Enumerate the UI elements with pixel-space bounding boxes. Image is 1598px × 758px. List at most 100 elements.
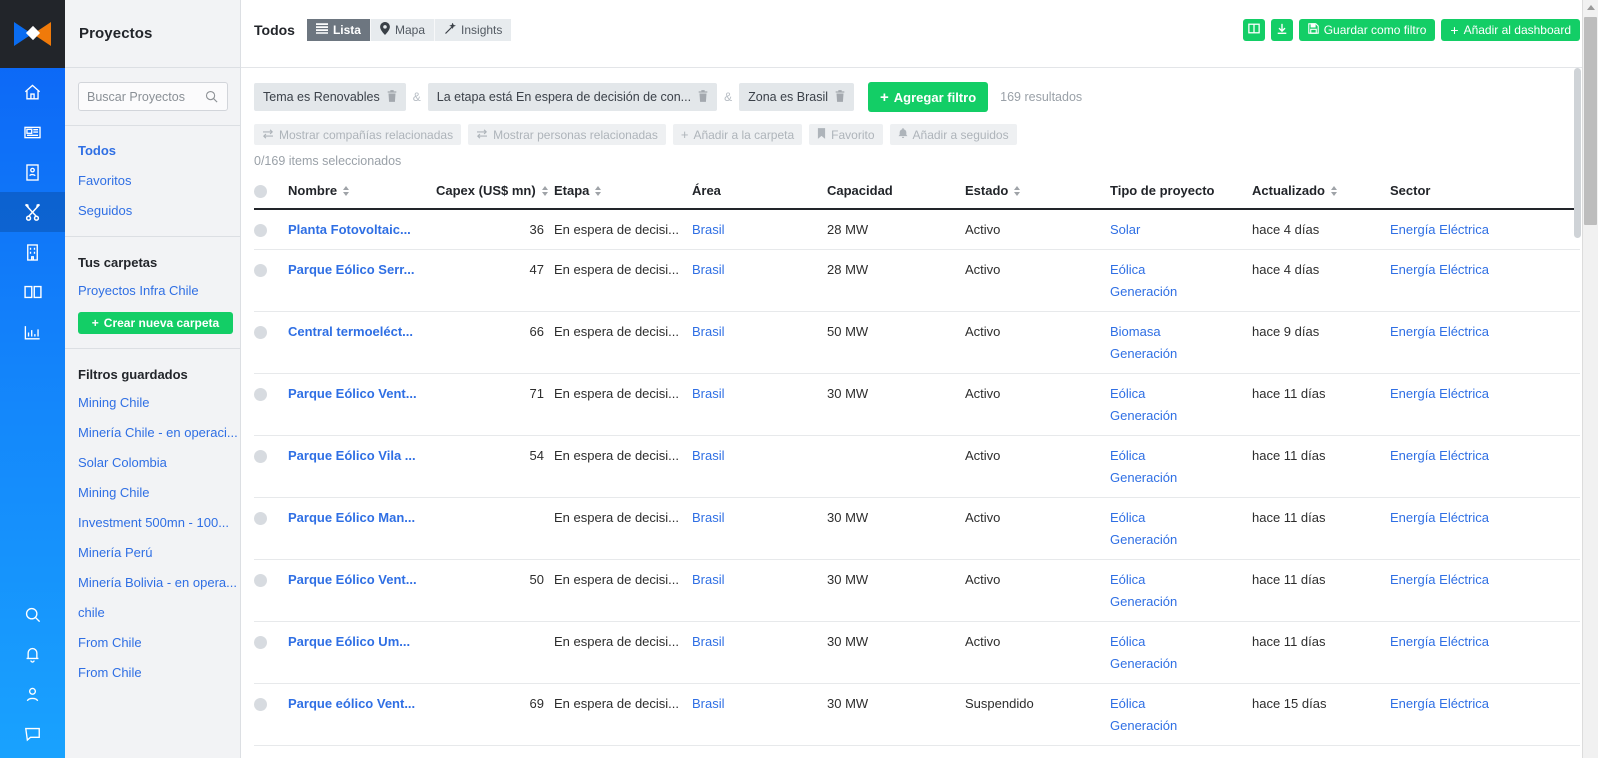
row-checkbox[interactable] — [254, 450, 267, 464]
table-row[interactable]: Parque eólico Vent... 69 En espera de deci… — [254, 683, 1580, 747]
rail-item-news[interactable] — [0, 112, 65, 152]
sidebar-search[interactable] — [78, 82, 228, 111]
area-link[interactable]: Brasil — [692, 448, 725, 463]
project-type-link[interactable]: Solar — [1110, 222, 1248, 237]
scroll-up-arrow-icon[interactable] — [1587, 5, 1595, 10]
sort-icon[interactable] — [343, 185, 350, 197]
column-header-sector[interactable]: Sector — [1390, 177, 1580, 211]
column-header-etapa[interactable]: Etapa — [554, 177, 692, 211]
column-header-tipo[interactable]: Tipo de proyecto — [1110, 177, 1252, 211]
select-all-header[interactable] — [254, 177, 288, 211]
sector-link[interactable]: Energía Eléctrica — [1390, 222, 1489, 237]
page-scrollbar[interactable] — [1582, 0, 1598, 758]
sector-link[interactable]: Energía Eléctrica — [1390, 262, 1489, 277]
area-link[interactable]: Brasil — [692, 386, 725, 401]
row-checkbox[interactable] — [254, 224, 267, 238]
favorite-button[interactable]: Favorito — [809, 124, 883, 145]
sector-link[interactable]: Energía Eléctrica — [1390, 510, 1489, 525]
row-checkbox[interactable] — [254, 512, 267, 526]
project-type-link[interactable]: Eólica — [1110, 634, 1248, 649]
row-checkbox[interactable] — [254, 326, 267, 340]
project-type-link[interactable]: Generación — [1110, 408, 1248, 423]
table-row[interactable]: Parque Eólico Vent... 71 En espera de deci… — [254, 373, 1580, 437]
add-filter-button[interactable]: + Agregar filtro — [868, 82, 989, 112]
rail-item-analytics[interactable] — [0, 312, 65, 352]
project-name-link[interactable]: Parque eólico Vent... — [288, 696, 415, 711]
area-link[interactable]: Brasil — [692, 222, 725, 237]
project-name-link[interactable]: Parque Eólico Vila ... — [288, 448, 416, 463]
project-type-link[interactable]: Eólica — [1110, 510, 1248, 525]
rail-item-library[interactable] — [0, 272, 65, 312]
saved-filter-item[interactable]: Solar Colombia — [65, 448, 240, 478]
app-logo[interactable] — [0, 0, 65, 68]
sector-link[interactable]: Energía Eléctrica — [1390, 696, 1489, 711]
tab-mapa[interactable]: Mapa — [370, 19, 436, 41]
project-type-link[interactable]: Generación — [1110, 718, 1248, 733]
trash-icon[interactable] — [387, 89, 397, 105]
row-checkbox[interactable] — [254, 388, 267, 402]
project-name-link[interactable]: Parque Eólico Serr... — [288, 262, 414, 277]
project-name-link[interactable]: Parque Eólico Vent... — [288, 572, 417, 587]
row-checkbox[interactable] — [254, 698, 267, 712]
column-header-area[interactable]: Área — [692, 177, 827, 211]
area-link[interactable]: Brasil — [692, 572, 725, 587]
sidebar-item-seguidos[interactable]: Seguidos — [65, 196, 240, 226]
project-name-link[interactable]: Central termoeléct... — [288, 324, 413, 339]
sector-link[interactable]: Energía Eléctrica — [1390, 386, 1489, 401]
project-type-link[interactable]: Eólica — [1110, 448, 1248, 463]
column-header-actualizado[interactable]: Actualizado — [1252, 177, 1390, 211]
trash-icon[interactable] — [698, 89, 708, 105]
column-header-estado[interactable]: Estado — [965, 177, 1110, 211]
save-as-filter-button[interactable]: Guardar como filtro — [1298, 19, 1436, 41]
sort-icon[interactable] — [1330, 185, 1338, 197]
search-input[interactable] — [87, 89, 219, 104]
saved-filter-item[interactable]: Minería Bolivia - en opera... — [65, 568, 240, 598]
rail-item-home[interactable] — [0, 72, 65, 112]
select-all-checkbox[interactable] — [254, 185, 267, 199]
table-row[interactable]: Parque Eólico Man... En espera de decisi.… — [254, 497, 1580, 561]
area-link[interactable]: Brasil — [692, 510, 725, 525]
sector-link[interactable]: Energía Eléctrica — [1390, 324, 1489, 339]
sort-icon[interactable] — [1014, 185, 1021, 197]
sector-link[interactable]: Energía Eléctrica — [1390, 634, 1489, 649]
tab-insights[interactable]: Insights — [435, 19, 512, 41]
table-row[interactable]: Parque Eólico Vent... 50 En espera de deci… — [254, 559, 1580, 623]
row-checkbox[interactable] — [254, 636, 267, 650]
project-name-link[interactable]: Parque Eólico Man... — [288, 510, 415, 525]
project-type-link[interactable]: Eólica — [1110, 696, 1248, 711]
project-type-link[interactable]: Eólica — [1110, 262, 1248, 277]
sidebar-item-favoritos[interactable]: Favoritos — [65, 166, 240, 196]
project-type-link[interactable]: Generación — [1110, 532, 1248, 547]
saved-filter-item[interactable]: From Chile — [65, 628, 240, 658]
table-row[interactable]: Planta Fotovoltaic... 36 En espera de deci… — [254, 209, 1580, 251]
saved-filter-item[interactable]: chile — [65, 598, 240, 628]
project-type-link[interactable]: Generación — [1110, 594, 1248, 609]
saved-filter-item[interactable]: Minería Chile - en operaci... — [65, 418, 240, 448]
saved-filter-item[interactable]: Investment 500mn - 100... — [65, 508, 240, 538]
project-type-link[interactable]: Generación — [1110, 284, 1248, 299]
area-link[interactable]: Brasil — [692, 324, 725, 339]
sidebar-folder-item[interactable]: Proyectos Infra Chile — [65, 276, 240, 306]
table-row[interactable]: Parque Eólico Vila ... 54 En espera de dec… — [254, 435, 1580, 499]
column-header-capex[interactable]: Capex (US$ mn) — [436, 177, 554, 211]
saved-filter-item[interactable]: Mining Chile — [65, 388, 240, 418]
content-scrollbar-thumb[interactable] — [1574, 68, 1581, 238]
column-header-capacidad[interactable]: Capacidad — [827, 177, 965, 211]
area-link[interactable]: Brasil — [692, 262, 725, 277]
project-name-link[interactable]: Planta Fotovoltaic... — [288, 222, 411, 237]
add-to-folder-button[interactable]: + Añadir a la carpeta — [672, 124, 803, 145]
download-button[interactable] — [1270, 19, 1293, 41]
project-name-link[interactable]: Parque Eólico Vent... — [288, 386, 417, 401]
column-header-nombre[interactable]: Nombre — [288, 177, 436, 211]
create-folder-button[interactable]: + Crear nueva carpeta — [78, 312, 233, 334]
add-to-dashboard-button[interactable]: + Añadir al dashboard — [1441, 19, 1580, 41]
rail-item-support[interactable] — [0, 714, 65, 754]
table-row[interactable]: Parque Eólico Um... En espera de decisi..… — [254, 621, 1580, 685]
project-type-link[interactable]: Generación — [1110, 470, 1248, 485]
sidebar-item-todos[interactable]: Todos — [65, 136, 240, 166]
filter-chip-tema[interactable]: Tema es Renovables — [254, 83, 406, 111]
area-link[interactable]: Brasil — [692, 634, 725, 649]
project-name-link[interactable]: Parque Eólico Um... — [288, 634, 410, 649]
show-related-companies-button[interactable]: Mostrar compañías relacionadas — [254, 124, 462, 145]
sector-link[interactable]: Energía Eléctrica — [1390, 572, 1489, 587]
